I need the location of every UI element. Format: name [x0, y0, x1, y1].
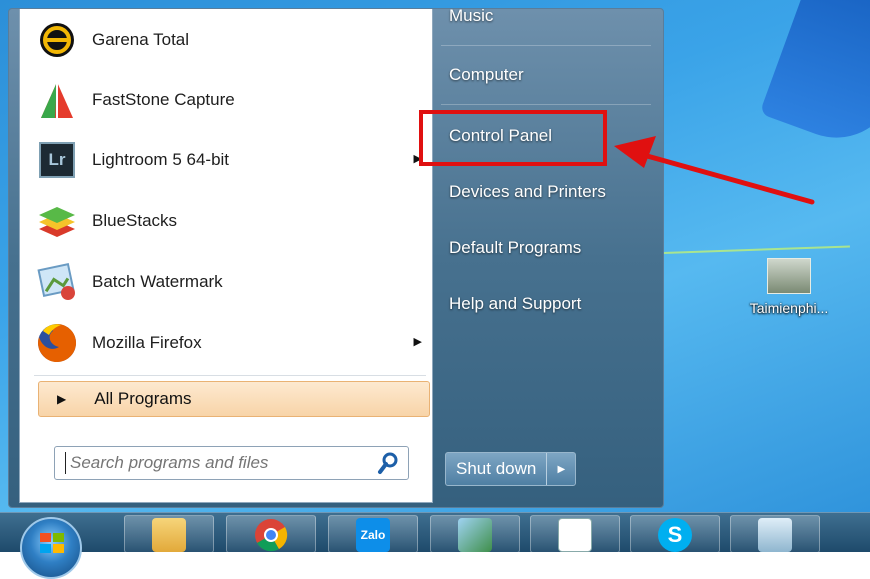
all-programs-button[interactable]: ▶ All Programs [38, 381, 430, 417]
divider [441, 45, 651, 46]
taskbar-chrome[interactable] [226, 515, 316, 553]
skype-icon: S [658, 518, 692, 552]
zalo-icon: Zalo [356, 518, 390, 552]
desktop-shortcut-thumbnail-icon [767, 258, 811, 294]
faststone-capture-icon [34, 77, 80, 123]
search-box[interactable] [54, 446, 409, 480]
all-programs-label: All Programs [94, 389, 192, 408]
shutdown-options-arrow-icon[interactable]: ▶ [547, 453, 575, 485]
chrome-icon [255, 519, 288, 552]
shutdown-label[interactable]: Shut down [446, 453, 548, 485]
right-link-music[interactable]: Music [449, 6, 493, 26]
search-icon[interactable] [376, 450, 402, 476]
program-item-batch-watermark[interactable]: Batch Watermark [34, 254, 424, 310]
program-label: FastStone Capture [92, 90, 235, 109]
image-viewer-icon [758, 518, 792, 552]
start-menu: Garena Total FastStone Capture Lr Lightr… [8, 6, 664, 508]
expand-triangle-icon: ▶ [57, 392, 67, 406]
program-item-lightroom[interactable]: Lr Lightroom 5 64-bit ▶ [34, 132, 424, 188]
program-label: BlueStacks [92, 211, 178, 230]
red-pointer-arrow-icon [614, 136, 815, 205]
divider [34, 375, 426, 376]
garena-icon [34, 17, 80, 63]
control-panel-highlight [419, 110, 607, 166]
taskbar-skype[interactable]: S [630, 515, 720, 553]
submenu-arrow-icon[interactable]: ▶ [414, 335, 422, 348]
windows-logo-icon [40, 533, 64, 553]
start-menu-programs-pane: Garena Total FastStone Capture Lr Lightr… [19, 9, 433, 503]
program-item-firefox[interactable]: Mozilla Firefox ▶ [34, 315, 424, 371]
taskbar: Zalo S [0, 512, 870, 579]
taskbar-file-explorer[interactable] [124, 515, 214, 553]
divider [441, 104, 651, 105]
file-explorer-icon [152, 518, 186, 552]
right-link-default-programs[interactable]: Default Programs [449, 238, 581, 258]
taskbar-wordpad[interactable] [530, 515, 620, 553]
desktop-shortcut-taimienphi[interactable]: Taimienphi... [733, 258, 845, 316]
program-label: Garena Total [92, 30, 190, 49]
program-label: Lightroom 5 64-bit [92, 150, 230, 169]
batch-watermark-icon [34, 259, 80, 305]
photos-icon [458, 518, 492, 552]
start-button[interactable] [20, 517, 82, 579]
right-link-computer[interactable]: Computer [449, 65, 524, 85]
wordpad-icon [558, 518, 592, 552]
firefox-icon [34, 320, 80, 366]
bluestacks-icon [34, 198, 80, 244]
program-label: Mozilla Firefox [92, 333, 202, 352]
taskbar-photos[interactable] [430, 515, 520, 553]
taskbar-image-viewer[interactable] [730, 515, 820, 553]
lightroom-icon: Lr [34, 137, 80, 183]
right-link-devices-printers[interactable]: Devices and Printers [449, 182, 606, 202]
program-item-faststone[interactable]: FastStone Capture [34, 72, 424, 128]
desktop-shortcut-label: Taimienphi... [749, 300, 829, 316]
search-input[interactable] [65, 452, 376, 474]
shutdown-button[interactable]: Shut down ▶ [445, 452, 577, 486]
program-item-garena[interactable]: Garena Total [34, 12, 424, 68]
program-label: Batch Watermark [92, 272, 223, 291]
right-link-help-support[interactable]: Help and Support [449, 294, 581, 314]
program-item-bluestacks[interactable]: BlueStacks [34, 193, 424, 249]
taskbar-zalo[interactable]: Zalo [328, 515, 418, 553]
